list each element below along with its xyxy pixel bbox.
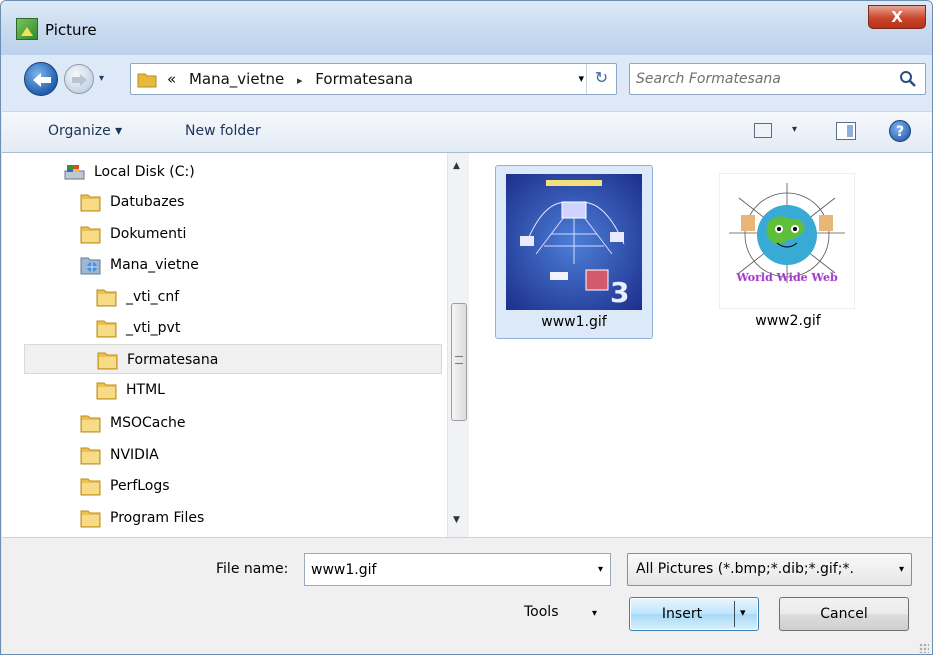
tree-item-label: MSOCache (110, 415, 186, 431)
file-item-www2[interactable]: World Wide Web www2.gif (709, 165, 867, 339)
scroll-grip-icon (455, 356, 463, 364)
file-name-label: www2.gif (755, 313, 821, 329)
folder-icon (80, 415, 101, 433)
folder-icon (97, 352, 118, 370)
tree-item-local-disk[interactable]: Local Disk (C:) (64, 157, 195, 187)
file-name-input[interactable] (311, 559, 571, 581)
help-icon[interactable]: ? (889, 120, 911, 142)
tree-item-label: _vti_cnf (126, 289, 180, 305)
organize-button[interactable]: Organize ▾ (48, 123, 122, 139)
dialog-footer: File name: ▾ All Pictures (*.bmp;*.dib;*… (2, 537, 932, 654)
file-name-label: File name: (216, 561, 289, 577)
file-name-combobox[interactable]: ▾ (304, 553, 611, 586)
back-arrow-icon (33, 73, 51, 87)
scroll-down-arrow[interactable]: ▼ (453, 515, 460, 525)
folder-icon (80, 510, 101, 528)
folder-icon (80, 447, 101, 465)
tree-item-datubazes[interactable]: Datubazes (80, 187, 184, 217)
tree-item-nvidia[interactable]: NVIDIA (80, 440, 159, 470)
tree-item-label: Program Files (110, 510, 205, 526)
folder-icon (80, 478, 101, 496)
tree-item-program-files[interactable]: Program Files (80, 503, 204, 533)
close-button[interactable]: X (868, 5, 926, 29)
folder-icon (80, 226, 101, 244)
tree-item-dokumenti[interactable]: Dokumenti (80, 219, 186, 249)
tree-item-label: Mana_vietne (110, 257, 199, 273)
view-dropdown[interactable]: ▾ (792, 124, 797, 135)
tools-button[interactable]: Tools (524, 604, 559, 620)
tree-item-label: PerfLogs (110, 478, 170, 494)
tree-item-mana-vietne[interactable]: Mana_vietne (80, 250, 199, 280)
file-type-filter-select[interactable]: All Pictures (*.bmp;*.dib;*.gif;*. ▾ (627, 553, 912, 586)
command-toolbar: Organize ▾ New folder ▾ ? (2, 111, 932, 153)
tree-item-msocache[interactable]: MSOCache (80, 408, 186, 438)
scroll-thumb[interactable] (451, 303, 467, 421)
tree-item-label: _vti_pvt (126, 320, 181, 336)
nav-scrollbar[interactable]: ▲ ▼ (447, 153, 469, 537)
tools-dropdown-icon[interactable]: ▾ (592, 608, 597, 619)
scroll-up-arrow[interactable]: ▲ (453, 161, 460, 171)
folder-icon (96, 382, 117, 400)
tree-item-label: Formatesana (127, 352, 219, 368)
file-name-dropdown-icon[interactable]: ▾ (598, 564, 603, 575)
www1-thumbnail-number: 3 (610, 276, 629, 309)
new-folder-button[interactable]: New folder (185, 123, 261, 139)
address-dropdown[interactable]: ▾ (578, 72, 584, 85)
picture-app-icon (16, 18, 38, 40)
preview-pane-icon[interactable] (836, 122, 856, 140)
tree-item-html[interactable]: HTML (96, 375, 165, 405)
file-list: 3 www1.gif World Wide Web www2.gif (469, 153, 932, 537)
breadcrumb-formatesana[interactable]: Formatesana (315, 70, 413, 88)
insert-dropdown-icon[interactable]: ▾ (740, 606, 746, 619)
www2-thumbnail-image: World Wide Web (719, 173, 855, 309)
file-item-www1[interactable]: 3 www1.gif (495, 165, 653, 339)
breadcrumb-separator[interactable]: ▸ (289, 74, 311, 87)
folder-icon (96, 320, 117, 338)
tree-item-vti-pvt[interactable]: _vti_pvt (96, 313, 180, 343)
forward-arrow-icon (72, 74, 87, 86)
file-type-filter-value: All Pictures (*.bmp;*.dib;*.gif;*. (636, 561, 854, 577)
resize-grip-icon[interactable] (919, 643, 929, 653)
web-folder-icon (80, 257, 101, 275)
search-icon[interactable] (899, 70, 917, 88)
filter-dropdown-icon[interactable]: ▾ (899, 564, 904, 575)
back-button[interactable] (24, 62, 58, 96)
recent-pages-dropdown[interactable]: ▾ (99, 73, 104, 84)
refresh-icon: ↻ (594, 68, 609, 87)
www1-thumbnail-image: 3 (506, 174, 642, 310)
forward-button[interactable] (64, 64, 94, 94)
insert-button[interactable]: Insert ▾ (629, 597, 759, 631)
tree-item-label: NVIDIA (110, 447, 159, 463)
breadcrumb-mana-vietne[interactable]: Mana_vietne (181, 70, 284, 88)
navigation-pane: Local Disk (C:) Datubazes Dokumenti Mana… (2, 153, 469, 537)
change-view-icon[interactable] (754, 123, 772, 138)
insert-split-divider (734, 601, 735, 627)
search-input[interactable] (636, 68, 886, 90)
folder-icon (80, 194, 101, 212)
folder-icon (137, 73, 157, 88)
file-name-label: www1.gif (541, 314, 607, 330)
cancel-button[interactable]: Cancel (779, 597, 909, 631)
address-bar[interactable]: « Mana_vietne ▸ Formatesana ▾ ↻ (130, 63, 617, 95)
tree-item-label: Local Disk (C:) (94, 164, 195, 180)
picture-dialog: Picture X ▾ « Mana_vietne ▸ Formatesana … (0, 0, 933, 655)
folder-icon (96, 289, 117, 307)
tree-item-formatesana[interactable]: Formatesana (24, 344, 442, 374)
www2-thumbnail-caption: World Wide Web (735, 271, 838, 284)
tree-item-perflogs[interactable]: PerfLogs (80, 471, 170, 501)
tree-item-label: HTML (126, 382, 165, 398)
breadcrumb: « Mana_vietne ▸ Formatesana (167, 70, 413, 88)
refresh-button[interactable]: ↻ (586, 64, 616, 94)
insert-button-label: Insert (661, 606, 703, 622)
search-box[interactable] (629, 63, 926, 95)
breadcrumb-overflow[interactable]: « (167, 70, 176, 88)
title-bar: Picture X (1, 1, 932, 55)
tree-item-vti-cnf[interactable]: _vti_cnf (96, 282, 179, 312)
window-title: Picture (45, 21, 97, 39)
drive-icon (64, 165, 85, 180)
tree-item-label: Dokumenti (110, 226, 187, 242)
tree-item-label: Datubazes (110, 194, 185, 210)
